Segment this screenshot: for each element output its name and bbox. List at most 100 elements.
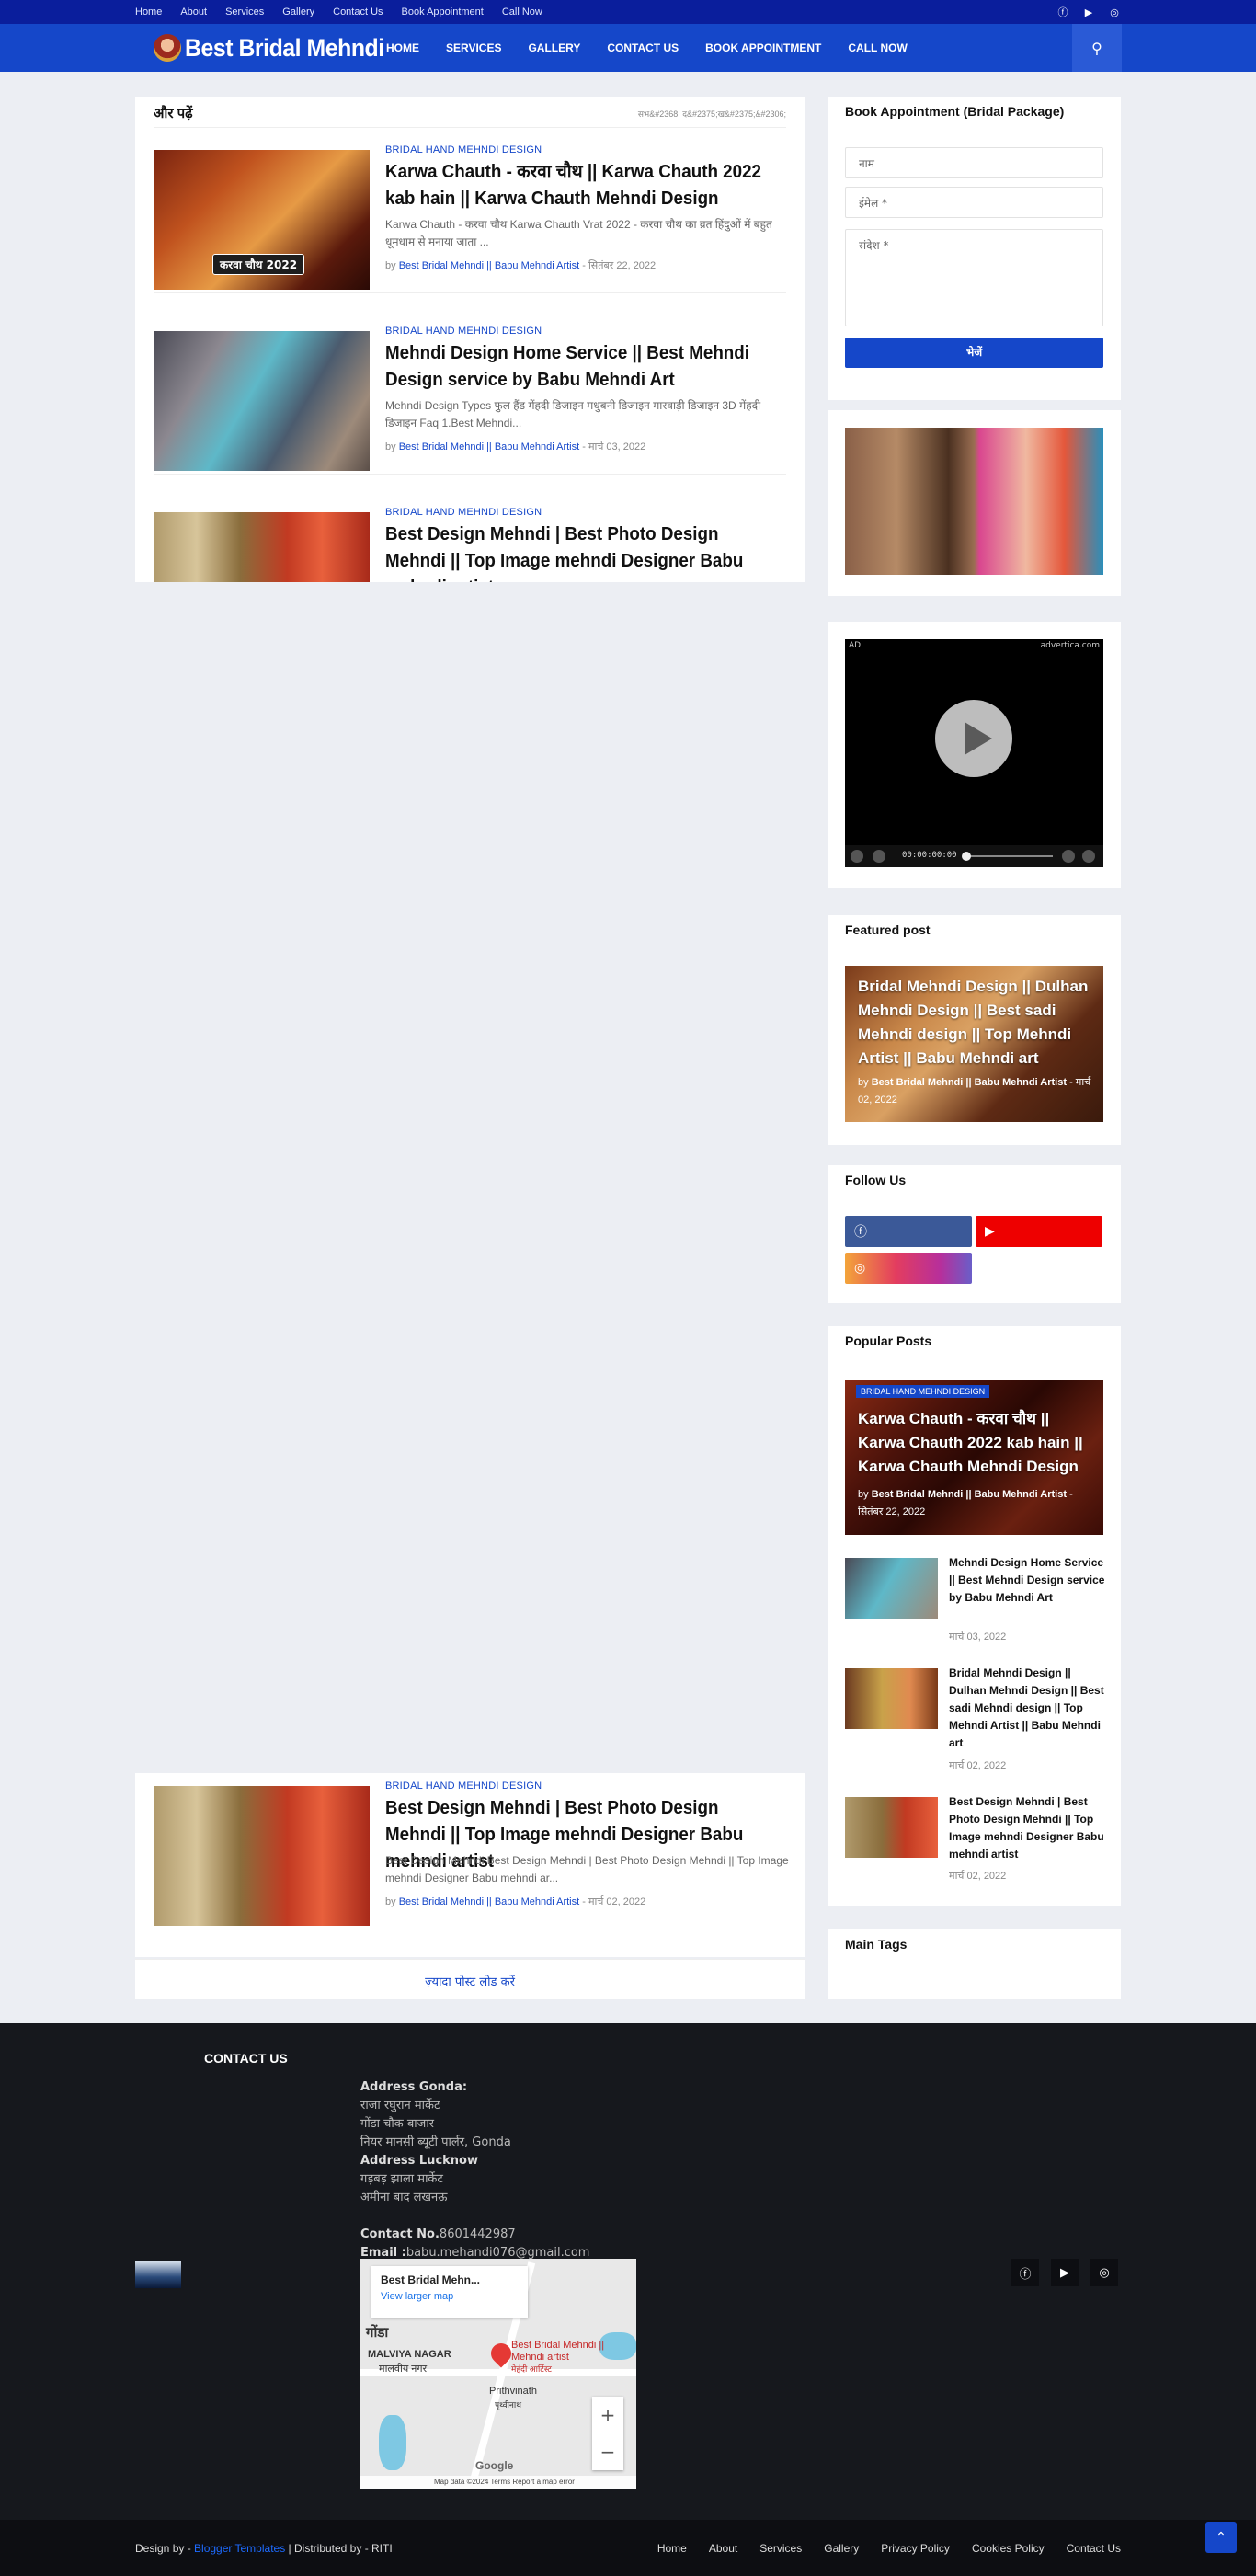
- instagram-icon[interactable]: ◎: [1090, 2259, 1118, 2286]
- footer-link-privacy[interactable]: Privacy Policy: [881, 2542, 950, 2555]
- top-link-home[interactable]: Home: [135, 6, 162, 17]
- post-title[interactable]: Best Design Mehndi | Best Photo Design M…: [949, 1793, 1105, 1863]
- footer-link-gallery[interactable]: Gallery: [824, 2542, 859, 2555]
- top-link-gallery[interactable]: Gallery: [282, 6, 314, 17]
- top-link-services[interactable]: Services: [225, 6, 264, 17]
- nav-item-contact[interactable]: CONTACT US: [607, 41, 679, 54]
- map-area-label: MALVIYA NAGAR: [368, 2349, 451, 2360]
- view-all-link[interactable]: सभ&#2368; द&#2375;ख&#2375;&#2306;: [638, 108, 786, 120]
- view-larger-map-link[interactable]: View larger map: [381, 2291, 453, 2302]
- nav-item-services[interactable]: SERVICES: [446, 41, 501, 54]
- contact-email[interactable]: babu.mehandi076@gmail.com: [406, 2246, 590, 2260]
- name-field[interactable]: नाम: [845, 147, 1103, 178]
- facebook-button[interactable]: ⓕ: [845, 1216, 972, 1247]
- post-meta: by Best Bridal Mehndi || Babu Mehndi Art…: [385, 1895, 645, 1908]
- email-label: Email :: [360, 2246, 406, 2260]
- map-pin-title: Best Bridal Mehndi || Mehndi artist: [511, 2340, 605, 2363]
- nav-item-gallery[interactable]: GALLERY: [528, 41, 580, 54]
- post-title[interactable]: Mehndi Design Home Service || Best Mehnd…: [949, 1554, 1105, 1607]
- map-attribution: Map data ©2024 Terms Report a map error: [360, 2476, 636, 2489]
- contact-no[interactable]: 8601442987: [440, 2227, 516, 2241]
- footer-link-about[interactable]: About: [709, 2542, 737, 2555]
- map-info-box: Best Bridal Mehn... View larger map: [371, 2266, 528, 2318]
- post-title[interactable]: Best Design Mehndi | Best Photo Design M…: [385, 521, 766, 582]
- site-logo[interactable]: Best Bridal Mehndi: [154, 32, 402, 63]
- submit-button[interactable]: भेजें: [845, 338, 1103, 368]
- post-excerpt: Karwa Chauth - करवा चौथ Karwa Chauth Vra…: [385, 218, 772, 248]
- post-title[interactable]: Mehndi Design Home Service || Best Mehnd…: [385, 340, 766, 394]
- ad-video-player[interactable]: AD advertica.com 00:00:00:00: [845, 639, 1103, 867]
- post-category[interactable]: BRIDAL HAND MEHNDI DESIGN: [385, 507, 542, 518]
- footer-link-contact[interactable]: Contact Us: [1067, 2542, 1121, 2555]
- youtube-icon[interactable]: ▶: [1051, 2259, 1079, 2286]
- stop-button[interactable]: [873, 850, 885, 863]
- footer-link-home[interactable]: Home: [657, 2542, 687, 2555]
- featured-post-title[interactable]: Bridal Mehndi Design || Dulhan Mehndi De…: [858, 975, 1092, 1070]
- nav-item-call[interactable]: CALL NOW: [848, 41, 907, 54]
- back-to-top-icon[interactable]: ⌃: [1205, 2522, 1237, 2553]
- embedded-map[interactable]: गोंडा MALVIYA NAGAR मालवीय नगर Prithvina…: [360, 2259, 636, 2489]
- ad-brand[interactable]: advertica.com: [1041, 641, 1100, 650]
- post-category[interactable]: BRIDAL HAND MEHNDI DESIGN: [385, 326, 542, 337]
- post-thumbnail[interactable]: [845, 1797, 938, 1858]
- search-icon[interactable]: ⚲: [1072, 24, 1122, 72]
- widget-title: Popular Posts: [845, 1334, 932, 1348]
- post-thumbnail[interactable]: [154, 512, 370, 582]
- facebook-icon[interactable]: ⓕ: [1011, 2259, 1039, 2286]
- youtube-icon[interactable]: ▶: [1082, 6, 1095, 18]
- featured-post-card[interactable]: Bridal Mehndi Design || Dulhan Mehndi De…: [845, 966, 1103, 1122]
- instagram-icon[interactable]: ◎: [1108, 6, 1121, 18]
- post-thumbnail[interactable]: [845, 1558, 938, 1619]
- facebook-icon: ⓕ: [854, 1225, 867, 1240]
- volume-icon[interactable]: [1062, 850, 1075, 863]
- bottom-bar: Design by - Blogger Templates | Distribu…: [0, 2520, 1256, 2576]
- top-link-contact[interactable]: Contact Us: [333, 6, 383, 17]
- play-icon[interactable]: [935, 700, 1012, 777]
- progress-handle[interactable]: [962, 852, 971, 861]
- post-category[interactable]: BRIDAL HAND MEHNDI DESIGN: [385, 144, 542, 155]
- address-line: राजा रघुरान मार्केट: [360, 2099, 440, 2112]
- top-link-call[interactable]: Call Now: [502, 6, 542, 17]
- blogger-templates-link[interactable]: Blogger Templates: [194, 2542, 285, 2555]
- post-title[interactable]: Karwa Chauth - करवा चौथ || Karwa Chauth …: [385, 159, 766, 212]
- popular-post-item: Bridal Mehndi Design || Dulhan Mehndi De…: [845, 1665, 1105, 1771]
- footer-link-services[interactable]: Services: [759, 2542, 802, 2555]
- youtube-button[interactable]: ▶: [976, 1216, 1102, 1247]
- facebook-icon[interactable]: ⓕ: [1056, 5, 1069, 19]
- map-city-label: गोंडा: [366, 2325, 389, 2341]
- post-thumbnail[interactable]: करवा चौथ 2022: [154, 150, 370, 290]
- bridal-photo[interactable]: [845, 428, 1103, 575]
- play-button[interactable]: [851, 850, 863, 863]
- popular-post-top[interactable]: BRIDAL HAND MEHNDI DESIGN Karwa Chauth -…: [845, 1380, 1103, 1535]
- post-title[interactable]: Bridal Mehndi Design || Dulhan Mehndi De…: [949, 1665, 1105, 1752]
- post-thumbnail[interactable]: [845, 1668, 938, 1729]
- instagram-button[interactable]: ◎: [845, 1253, 972, 1284]
- post-category[interactable]: BRIDAL HAND MEHNDI DESIGN: [856, 1385, 990, 1398]
- popular-posts-widget: Popular Posts BRIDAL HAND MEHNDI DESIGN …: [828, 1326, 1121, 1906]
- fullscreen-icon[interactable]: [1082, 850, 1095, 863]
- progress-bar[interactable]: [965, 855, 1053, 857]
- post-author[interactable]: Best Bridal Mehndi || Babu Mehndi Artist: [872, 1489, 1067, 1500]
- message-field[interactable]: संदेश *: [845, 229, 1103, 326]
- post-thumbnail[interactable]: [154, 331, 370, 471]
- post-author[interactable]: Best Bridal Mehndi || Babu Mehndi Artist: [399, 1896, 579, 1907]
- nav-item-home[interactable]: HOME: [386, 41, 419, 54]
- post-thumbnail[interactable]: [154, 1786, 370, 1926]
- zoom-out-icon[interactable]: −: [592, 2433, 623, 2470]
- footer-link-cookies[interactable]: Cookies Policy: [972, 2542, 1045, 2555]
- map-water: [379, 2415, 406, 2470]
- top-link-about[interactable]: About: [180, 6, 207, 17]
- email-field[interactable]: ईमेल *: [845, 187, 1103, 218]
- top-link-book[interactable]: Book Appointment: [402, 6, 484, 17]
- zoom-in-icon[interactable]: +: [592, 2397, 623, 2433]
- post-author[interactable]: Best Bridal Mehndi || Babu Mehndi Artist: [872, 1077, 1067, 1088]
- post-author[interactable]: Best Bridal Mehndi || Babu Mehndi Artist: [399, 441, 579, 452]
- post-title[interactable]: Karwa Chauth - करवा चौथ || Karwa Chauth …: [858, 1407, 1092, 1479]
- load-more-button[interactable]: ज़्यादा पोस्ट लोड करें: [135, 1959, 805, 1999]
- nav-item-book[interactable]: BOOK APPOINTMENT: [705, 41, 821, 54]
- post-category[interactable]: BRIDAL HAND MEHNDI DESIGN: [385, 1780, 542, 1792]
- post-author[interactable]: Best Bridal Mehndi || Babu Mehndi Artist: [399, 260, 579, 271]
- design-by-label: Design by -: [135, 2542, 195, 2555]
- footer-logo[interactable]: [135, 2261, 181, 2288]
- post-meta: by Best Bridal Mehndi || Babu Mehndi Art…: [385, 258, 656, 272]
